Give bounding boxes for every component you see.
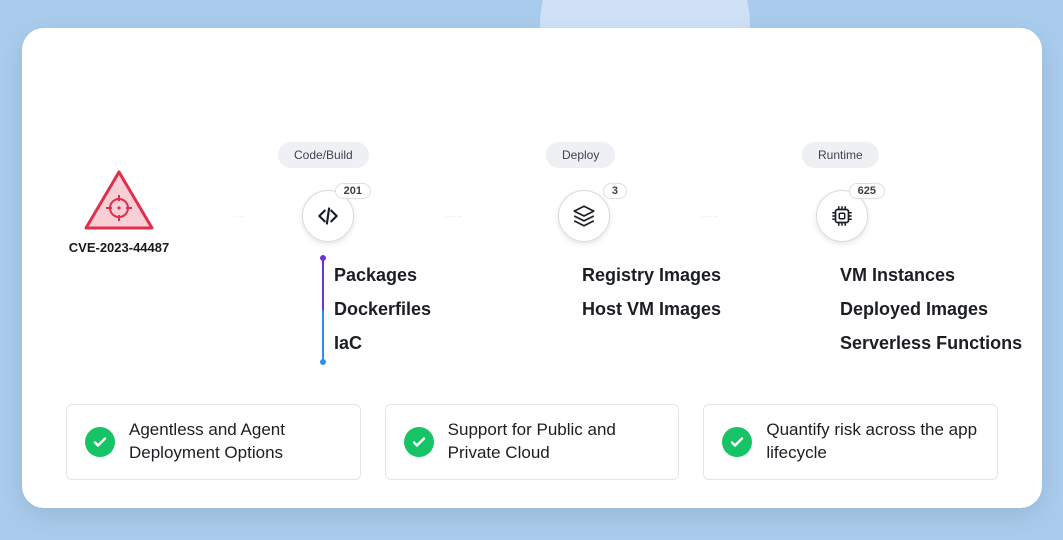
feature-agentless: Agentless and Agent Deployment Options — [66, 404, 361, 480]
code-icon — [315, 203, 341, 229]
feature-text: Quantify risk across the app lifecycle — [766, 419, 979, 465]
cve-node: CVE-2023-44487 — [54, 168, 184, 255]
list-item: Serverless Functions — [840, 326, 1022, 360]
layers-icon — [571, 203, 597, 229]
stage-node-deploy: 3 — [554, 190, 614, 242]
list-item: VM Instances — [840, 258, 1022, 292]
threat-triangle-icon — [82, 168, 156, 234]
cpu-icon — [829, 203, 855, 229]
arrow-code-to-deploy — [360, 216, 546, 217]
arrow-deploy-to-runtime — [616, 216, 802, 217]
stage-list-deploy: Registry Images Host VM Images — [578, 258, 721, 326]
list-item: Registry Images — [582, 258, 721, 292]
list-item: IaC — [334, 326, 431, 360]
stage-pill-code-build: Code/Build — [278, 142, 369, 168]
diagram-card: CVE-2023-44487 Code/Build 201 — [22, 28, 1042, 508]
list-item: Host VM Images — [582, 292, 721, 326]
feature-quantify-risk: Quantify risk across the app lifecycle — [703, 404, 998, 480]
stage-list-code-build: Packages Dockerfiles IaC — [322, 258, 431, 362]
check-icon — [85, 427, 115, 457]
list-item: Dockerfiles — [334, 292, 431, 326]
feature-text: Agentless and Agent Deployment Options — [129, 419, 342, 465]
stage-count-code-build: 201 — [335, 183, 371, 199]
feature-cloud-support: Support for Public and Private Cloud — [385, 404, 680, 480]
stage-count-deploy: 3 — [603, 183, 627, 199]
check-icon — [722, 427, 752, 457]
feature-row: Agentless and Agent Deployment Options S… — [66, 404, 998, 480]
stage-count-runtime: 625 — [849, 183, 885, 199]
check-icon — [404, 427, 434, 457]
list-item: Packages — [334, 258, 431, 292]
stage-node-code-build: 201 — [298, 190, 358, 242]
list-item: Deployed Images — [840, 292, 1022, 326]
pipeline-flow: CVE-2023-44487 Code/Build 201 — [22, 128, 1042, 358]
cve-id-label: CVE-2023-44487 — [54, 240, 184, 255]
stage-pill-deploy: Deploy — [546, 142, 615, 168]
stage-pill-runtime: Runtime — [802, 142, 879, 168]
stage-list-runtime: VM Instances Deployed Images Serverless … — [836, 258, 1022, 361]
feature-text: Support for Public and Private Cloud — [448, 419, 661, 465]
arrow-cve-to-code — [184, 216, 292, 217]
stage-node-runtime: 625 — [812, 190, 872, 242]
